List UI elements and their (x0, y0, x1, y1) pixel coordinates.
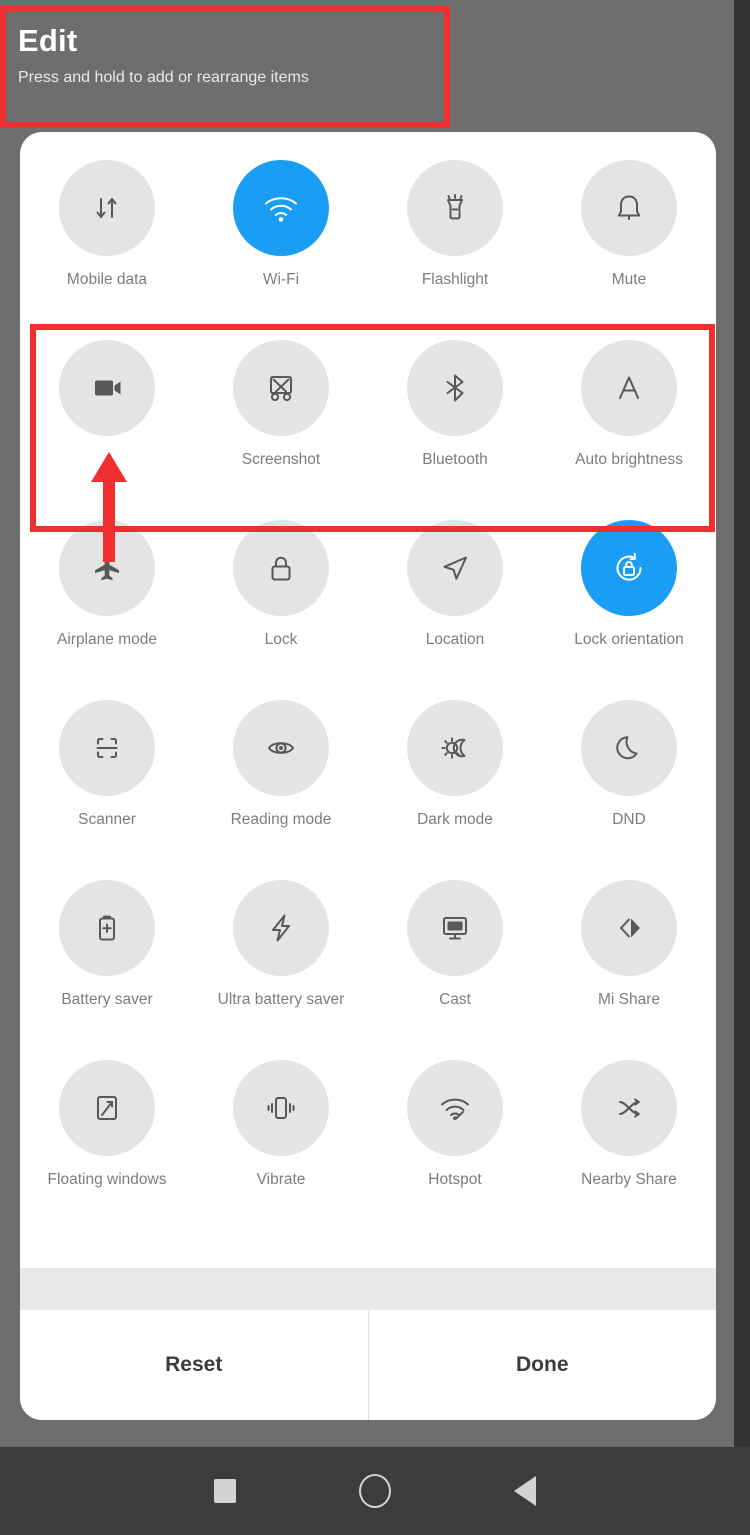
tile-row: Screenshot Bluetooth Auto brightness (20, 340, 716, 520)
tile-label: Hotspot (428, 1171, 482, 1188)
back-triangle-icon (514, 1476, 536, 1506)
tile-screen-recorder[interactable] (20, 340, 194, 520)
wifi-icon[interactable] (233, 160, 329, 256)
tile-vibrate[interactable]: Vibrate (194, 1060, 368, 1240)
tile-scanner[interactable]: Scanner (20, 700, 194, 880)
lock-icon[interactable] (233, 520, 329, 616)
panel-action-bar: Reset Done (20, 1310, 716, 1420)
tile-lock[interactable]: Lock (194, 520, 368, 700)
tile-row: Battery saver Ultra battery saver Cast M… (20, 880, 716, 1060)
tile-label: Location (425, 631, 485, 648)
tile-mobile-data[interactable]: Mobile data (20, 160, 194, 340)
floating-windows-icon[interactable] (59, 1060, 155, 1156)
tile-cast[interactable]: Cast (368, 880, 542, 1060)
tile-label: Auto brightness (575, 451, 683, 468)
auto-brightness-icon[interactable] (581, 340, 677, 436)
done-button[interactable]: Done (368, 1310, 716, 1420)
tile-label: Lock (264, 631, 298, 648)
hotspot-icon[interactable] (407, 1060, 503, 1156)
dark-mode-icon[interactable] (407, 700, 503, 796)
tile-label: DND (612, 811, 646, 828)
tile-wifi[interactable]: Wi-Fi (194, 160, 368, 340)
tile-label: Bluetooth (422, 451, 488, 468)
tile-battery-saver[interactable]: Battery saver (20, 880, 194, 1060)
location-icon[interactable] (407, 520, 503, 616)
home-button[interactable] (300, 1447, 450, 1535)
tile-location[interactable]: Location (368, 520, 542, 700)
scanner-icon[interactable] (59, 700, 155, 796)
tile-dark-mode[interactable]: Dark mode (368, 700, 542, 880)
airplane-icon[interactable] (59, 520, 155, 616)
tile-bluetooth[interactable]: Bluetooth (368, 340, 542, 520)
tile-auto-brightness[interactable]: Auto brightness (542, 340, 716, 520)
nearby-share-icon[interactable] (581, 1060, 677, 1156)
tile-row: Mobile data Wi-Fi Flashlight Mute (20, 160, 716, 340)
tile-screenshot[interactable]: Screenshot (194, 340, 368, 520)
moon-icon[interactable] (581, 700, 677, 796)
tile-hotspot[interactable]: Hotspot (368, 1060, 542, 1240)
eye-icon[interactable] (233, 700, 329, 796)
bell-icon[interactable] (581, 160, 677, 256)
tile-label: Floating windows (47, 1171, 167, 1188)
tile-label: Airplane mode (57, 631, 157, 648)
tiles-grid: Mobile data Wi-Fi Flashlight Mute Screen… (20, 132, 716, 1240)
recents-button[interactable] (150, 1447, 300, 1535)
tile-label: Screenshot (241, 451, 321, 468)
tile-label: Ultra battery saver (217, 991, 345, 1008)
tile-label: Wi-Fi (262, 271, 300, 288)
tile-airplane-mode[interactable]: Airplane mode (20, 520, 194, 700)
tile-flashlight[interactable]: Flashlight (368, 160, 542, 340)
tile-label: Reading mode (230, 811, 332, 828)
edit-header: Edit Press and hold to add or rearrange … (18, 22, 438, 89)
tile-label: Flashlight (421, 271, 489, 288)
page-title: Edit (18, 23, 78, 58)
mi-share-icon[interactable] (581, 880, 677, 976)
tile-label: Battery saver (61, 991, 153, 1008)
tile-row: Airplane mode Lock Location Lock orienta… (20, 520, 716, 700)
tile-nearby-share[interactable]: Nearby Share (542, 1060, 716, 1240)
tile-row: Scanner Reading mode Dark mode DND (20, 700, 716, 880)
bluetooth-icon[interactable] (407, 340, 503, 436)
mobile-data-icon[interactable] (59, 160, 155, 256)
tile-label: Nearby Share (581, 1171, 677, 1188)
back-button[interactable] (450, 1447, 600, 1535)
phone-screenshot: Edit Press and hold to add or rearrange … (0, 0, 750, 1535)
tile-label: Dark mode (417, 811, 493, 828)
tile-mute[interactable]: Mute (542, 160, 716, 340)
home-circle-icon (359, 1474, 391, 1508)
tile-label: Mute (611, 271, 647, 288)
lock-orientation-icon[interactable] (581, 520, 677, 616)
tile-reading-mode[interactable]: Reading mode (194, 700, 368, 880)
tile-floating-windows[interactable]: Floating windows (20, 1060, 194, 1240)
tile-label: Mobile data (66, 271, 148, 288)
panel-separator-band (20, 1268, 716, 1310)
cast-icon[interactable] (407, 880, 503, 976)
android-navigation-bar (0, 1447, 750, 1535)
tile-ultra-battery-saver[interactable]: Ultra battery saver (194, 880, 368, 1060)
tile-label: Cast (439, 991, 471, 1008)
quick-settings-edit-panel: Mobile data Wi-Fi Flashlight Mute Screen… (20, 132, 716, 1420)
tile-lock-orientation[interactable]: Lock orientation (542, 520, 716, 700)
flashlight-icon[interactable] (407, 160, 503, 256)
tile-mi-share[interactable]: Mi Share (542, 880, 716, 1060)
recents-square-icon (214, 1479, 236, 1503)
screen-recorder-icon[interactable] (59, 340, 155, 436)
tile-label: Scanner (78, 811, 136, 828)
screen-right-edge (734, 0, 750, 1447)
tile-label: Mi Share (597, 991, 661, 1008)
screenshot-icon[interactable] (233, 340, 329, 436)
page-subtitle: Press and hold to add or rearrange items (18, 69, 309, 86)
tile-label: Vibrate (256, 1171, 306, 1188)
tile-row: Floating windows Vibrate Hotspot Nearby … (20, 1060, 716, 1240)
bolt-icon[interactable] (233, 880, 329, 976)
battery-saver-icon[interactable] (59, 880, 155, 976)
tile-label: Lock orientation (574, 631, 684, 648)
reset-button[interactable]: Reset (20, 1310, 368, 1420)
tile-dnd[interactable]: DND (542, 700, 716, 880)
vibrate-icon[interactable] (233, 1060, 329, 1156)
